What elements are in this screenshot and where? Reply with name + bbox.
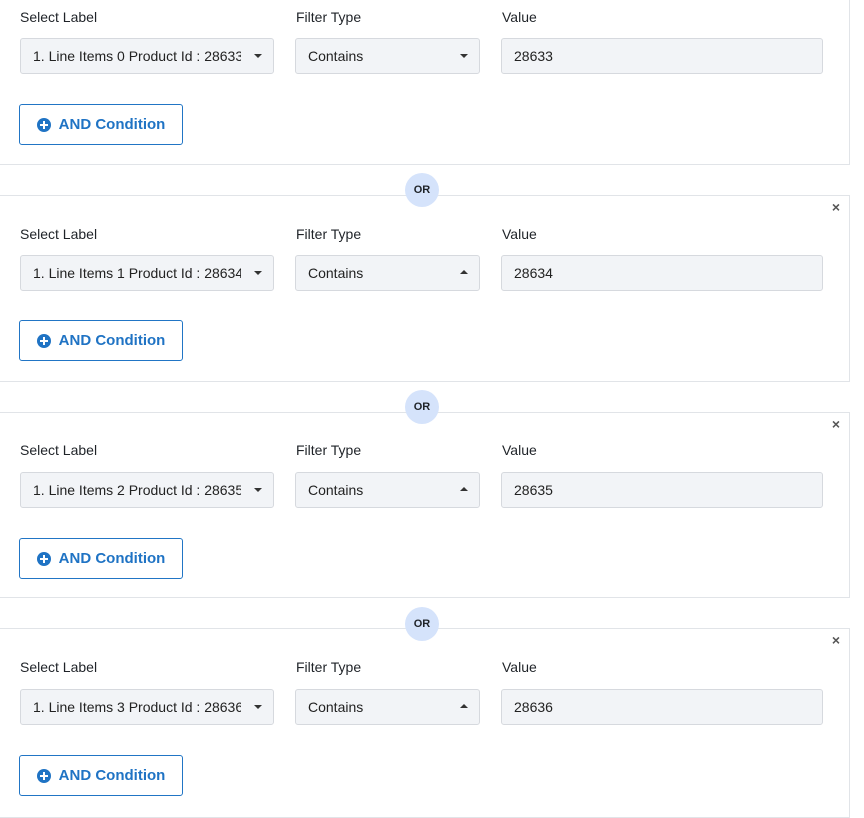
plus-circle-icon — [36, 551, 51, 566]
value-input[interactable]: 28633 — [501, 38, 823, 74]
condition-group-3: × Select Label Filter Type Value 1. Line… — [0, 628, 850, 818]
filter-type-header: Filter Type — [296, 442, 362, 458]
value-text: 28635 — [514, 482, 553, 498]
select-label-header: Select Label — [20, 226, 98, 242]
filter-type-value: Contains — [308, 482, 364, 498]
and-condition-button[interactable]: AND Condition — [19, 320, 183, 361]
filter-type-dropdown[interactable]: Contains — [295, 38, 480, 74]
value-header: Value — [502, 442, 537, 458]
plus-circle-icon — [36, 768, 51, 783]
select-label-header: Select Label — [20, 659, 98, 675]
select-label-header: Select Label — [20, 442, 98, 458]
filter-type-dropdown[interactable]: Contains — [295, 472, 480, 508]
close-icon[interactable]: × — [829, 417, 843, 431]
and-condition-button[interactable]: AND Condition — [19, 755, 183, 796]
select-label-value: 1. Line Items 0 Product Id : 28633 — [33, 48, 241, 64]
filter-type-dropdown[interactable]: Contains — [295, 689, 480, 725]
filter-type-header: Filter Type — [296, 659, 362, 675]
select-label-dropdown[interactable]: 1. Line Items 0 Product Id : 28633 — [20, 38, 274, 74]
and-condition-label: AND Condition — [58, 767, 166, 784]
value-input[interactable]: 28636 — [501, 689, 823, 725]
select-label-value: 1. Line Items 1 Product Id : 28634 — [33, 265, 241, 281]
chevron-down-icon — [254, 488, 262, 492]
select-label-dropdown[interactable]: 1. Line Items 3 Product Id : 28636 — [20, 689, 274, 725]
value-text: 28634 — [514, 265, 553, 281]
value-header: Value — [502, 659, 537, 675]
close-icon[interactable]: × — [829, 200, 843, 214]
select-label-value: 1. Line Items 3 Product Id : 28636 — [33, 699, 241, 715]
select-label-header: Select Label — [20, 9, 98, 25]
close-icon[interactable]: × — [829, 633, 843, 647]
chevron-up-icon — [460, 487, 468, 491]
chevron-down-icon — [254, 705, 262, 709]
and-condition-label: AND Condition — [58, 550, 166, 567]
chevron-up-icon — [460, 270, 468, 274]
and-condition-button[interactable]: AND Condition — [19, 538, 183, 579]
and-condition-label: AND Condition — [58, 116, 166, 133]
value-text: 28633 — [514, 48, 553, 64]
filter-type-value: Contains — [308, 699, 364, 715]
condition-group-2: × Select Label Filter Type Value 1. Line… — [0, 412, 850, 598]
value-header: Value — [502, 9, 537, 25]
filter-type-value: Contains — [308, 48, 364, 64]
filter-type-value: Contains — [308, 265, 364, 281]
condition-group-0: Select Label Filter Type Value 1. Line I… — [0, 0, 850, 165]
and-condition-label: AND Condition — [58, 332, 166, 349]
filter-type-header: Filter Type — [296, 9, 362, 25]
chevron-down-icon — [254, 54, 262, 58]
and-condition-button[interactable]: AND Condition — [19, 104, 183, 145]
select-label-dropdown[interactable]: 1. Line Items 2 Product Id : 28635 — [20, 472, 274, 508]
or-badge: OR — [405, 173, 439, 207]
value-input[interactable]: 28635 — [501, 472, 823, 508]
plus-circle-icon — [36, 333, 51, 348]
or-badge: OR — [405, 607, 439, 641]
chevron-up-icon — [460, 704, 468, 708]
condition-group-1: × Select Label Filter Type Value 1. Line… — [0, 195, 850, 382]
value-input[interactable]: 28634 — [501, 255, 823, 291]
select-label-dropdown[interactable]: 1. Line Items 1 Product Id : 28634 — [20, 255, 274, 291]
select-label-value: 1. Line Items 2 Product Id : 28635 — [33, 482, 241, 498]
filter-type-header: Filter Type — [296, 226, 362, 242]
chevron-down-icon — [460, 54, 468, 58]
value-text: 28636 — [514, 699, 553, 715]
filter-type-dropdown[interactable]: Contains — [295, 255, 480, 291]
or-badge: OR — [405, 390, 439, 424]
value-header: Value — [502, 226, 537, 242]
plus-circle-icon — [36, 117, 51, 132]
chevron-down-icon — [254, 271, 262, 275]
